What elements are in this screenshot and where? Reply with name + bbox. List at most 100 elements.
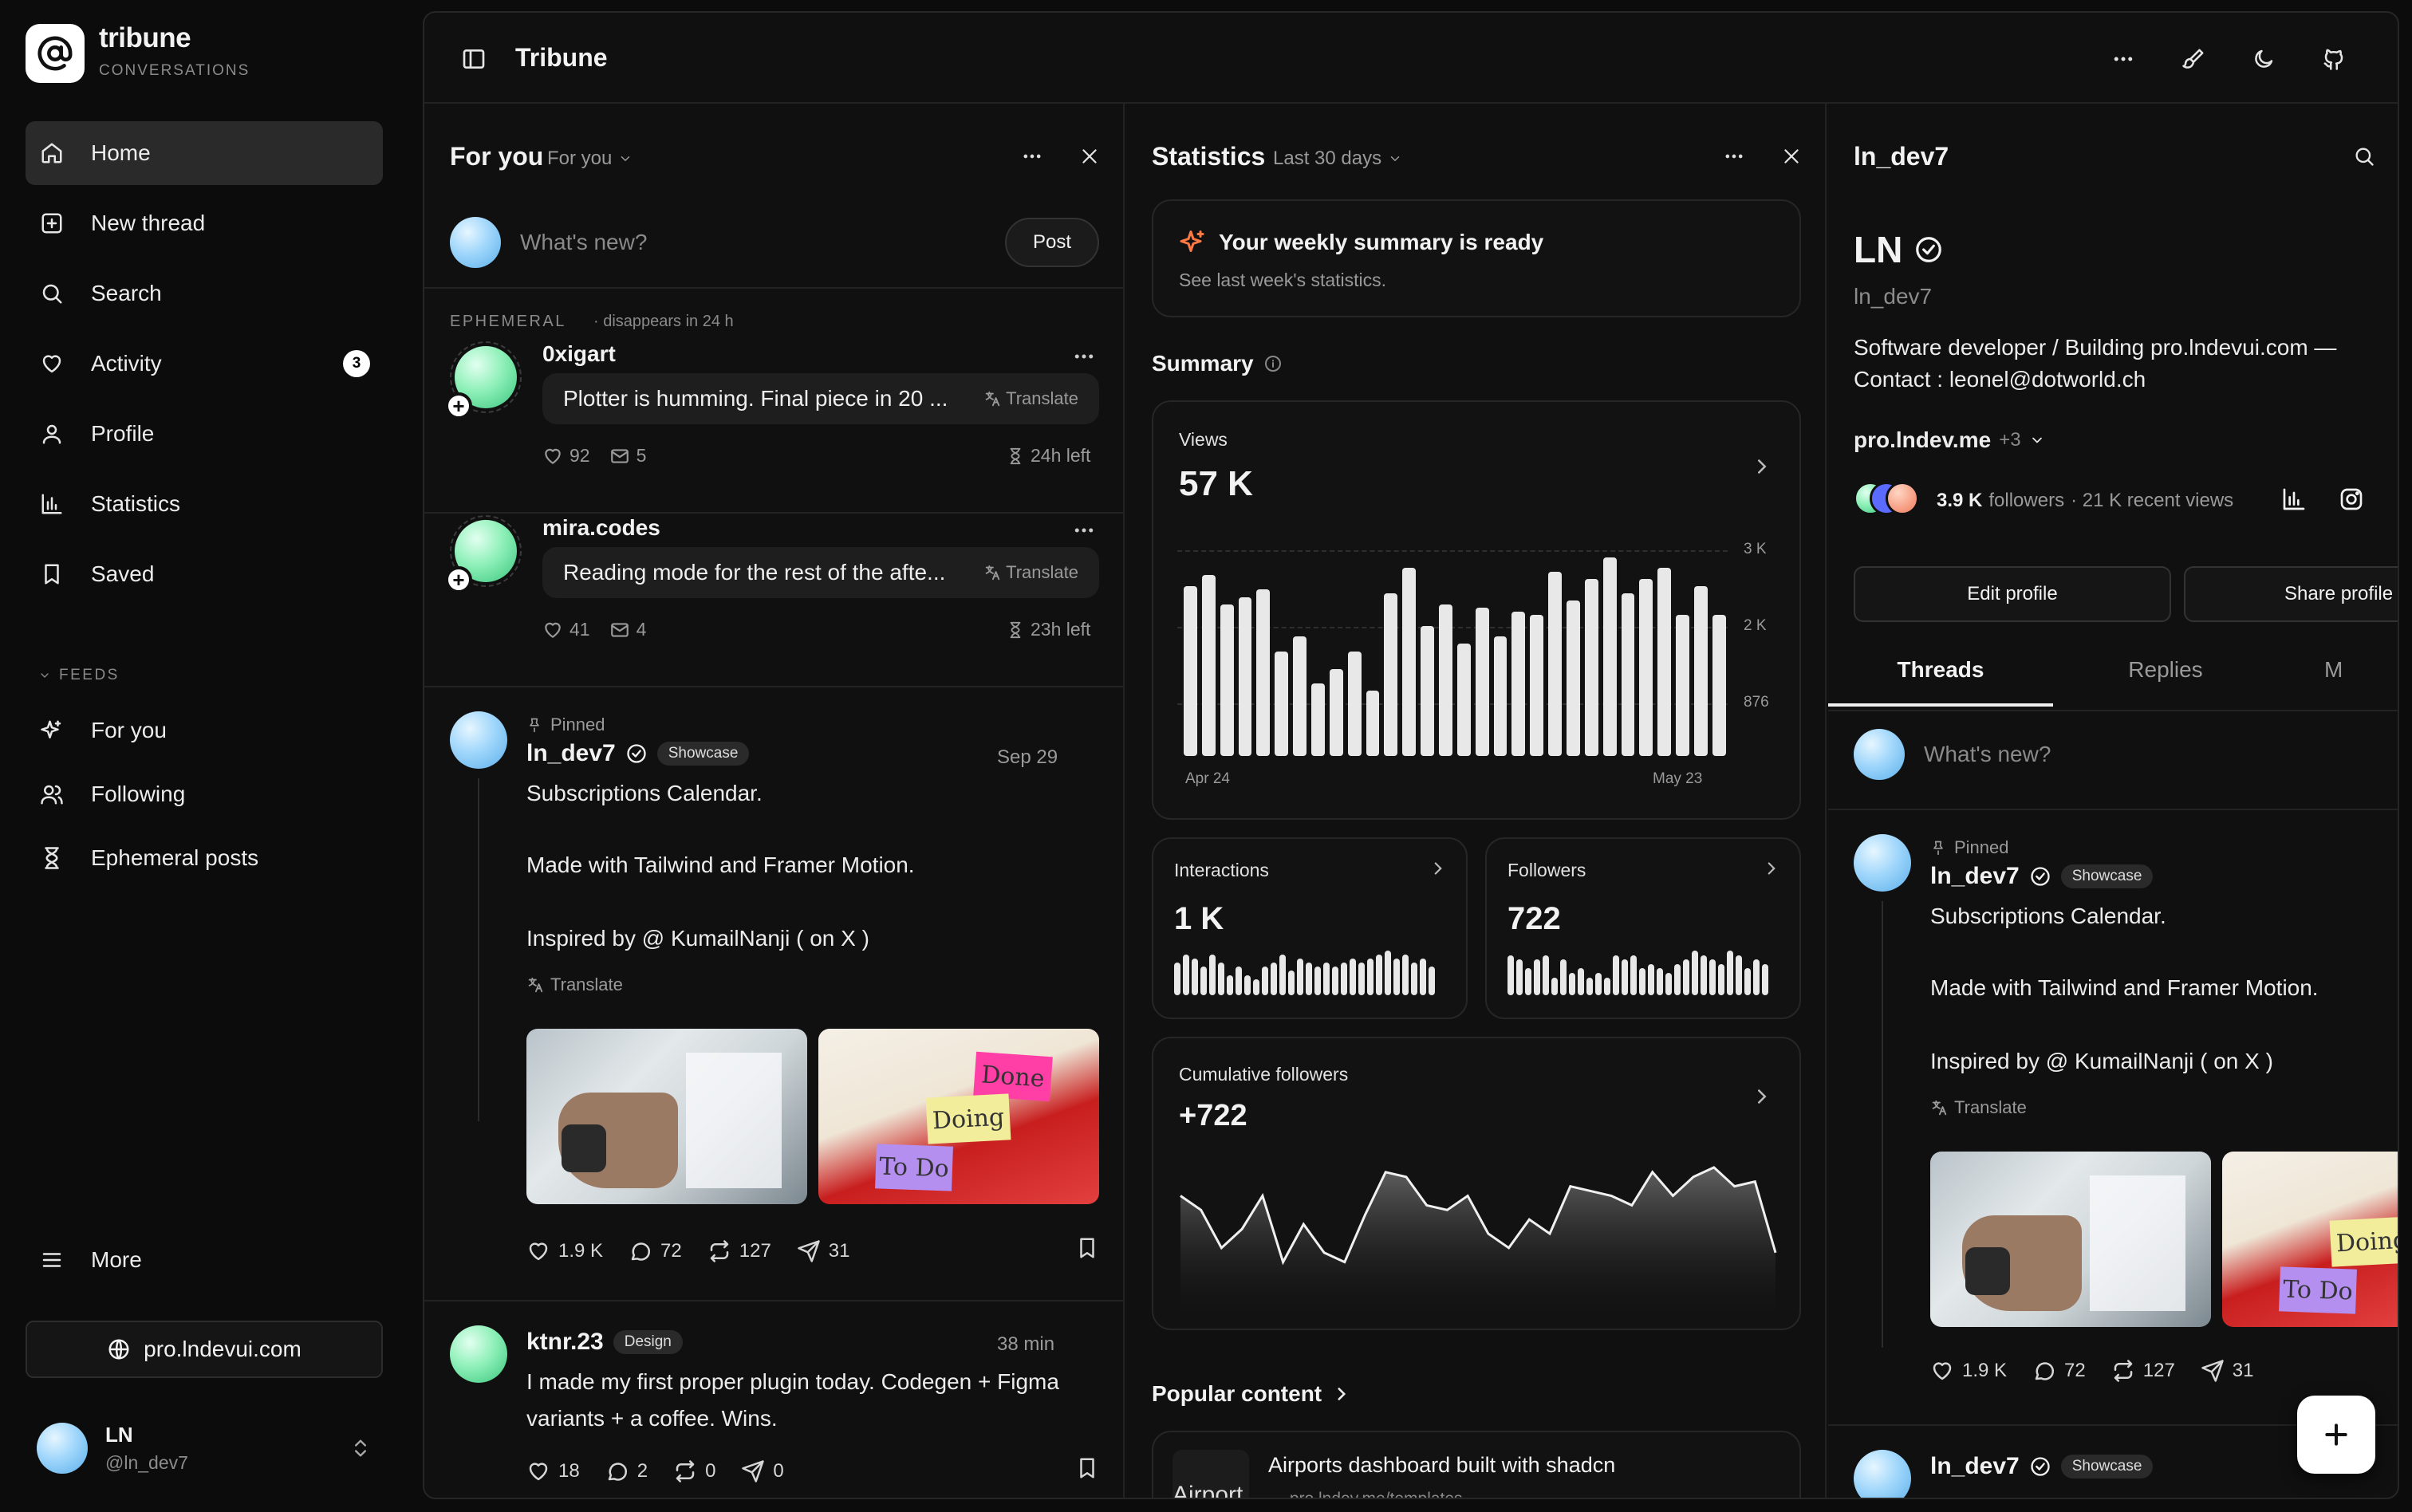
follower-avatars [1854, 482, 1933, 517]
followers-card[interactable]: Followers 722 [1485, 837, 1801, 1019]
like-button[interactable]: 18 [526, 1459, 580, 1483]
bar-chart-icon[interactable] [2281, 486, 2307, 512]
views-card[interactable]: Views 57 K 3 K 2 K 876 Apr 24 May 23 [1152, 400, 1801, 820]
info-icon[interactable] [1263, 354, 1283, 373]
ephemeral-post[interactable]: + mira.codes Reading mode for the rest o… [424, 515, 1123, 691]
site-link-button[interactable]: pro.lndevui.com [26, 1321, 383, 1378]
repost-button[interactable]: 127 [707, 1239, 771, 1263]
post-author[interactable]: ktnr.23 [526, 1329, 604, 1356]
views-label: Views [1179, 429, 1228, 450]
post-image-calendar[interactable] [526, 1029, 807, 1204]
post-author[interactable]: 0xigart [542, 341, 616, 367]
comment-button[interactable]: 72 [2032, 1359, 2086, 1383]
more-horizontal-icon[interactable] [1072, 345, 1096, 372]
range-dropdown[interactable]: Last 30 days [1273, 148, 1402, 170]
account-switcher[interactable]: LN @ln_dev7 [26, 1412, 383, 1485]
chart-bar [1297, 959, 1303, 995]
new-thread-fab[interactable] [2297, 1396, 2375, 1474]
translate-button[interactable]: Translate [526, 975, 623, 995]
followers-summary[interactable]: 3.9 K followers · 21 K recent views [1937, 490, 2233, 512]
more-horizontal-icon[interactable] [1016, 140, 1048, 172]
nav-item-new-thread[interactable]: New thread [26, 191, 383, 255]
more-horizontal-icon[interactable] [2106, 41, 2141, 77]
repost-button[interactable]: 127 [2111, 1359, 2175, 1383]
heart-icon[interactable] [542, 446, 563, 467]
profile-compose-box[interactable]: What's new? [1854, 729, 2364, 780]
translate-button[interactable]: Translate [983, 388, 1078, 409]
nav-item-home[interactable]: Home [26, 121, 383, 185]
search-icon[interactable] [2348, 140, 2380, 172]
post-line: variants + a coffee. Wins. [526, 1406, 778, 1431]
feeds-section-toggle[interactable]: FEEDS [38, 667, 120, 684]
nav-item-activity[interactable]: Activity 3 [26, 332, 383, 396]
profile-contact: Contact : leonel@dotworld.ch [1854, 367, 2146, 392]
compose-placeholder[interactable]: What's new? [520, 230, 1005, 255]
translate-button[interactable]: Translate [983, 562, 1078, 583]
mail-icon[interactable] [609, 620, 630, 640]
interactions-card[interactable]: Interactions 1 K [1152, 837, 1468, 1019]
post-author[interactable]: ln_dev7 [1930, 1453, 2020, 1480]
popular-content-link[interactable]: Popular content [1152, 1381, 1352, 1407]
profile-name: LN [1854, 229, 1903, 270]
add-story-icon[interactable]: + [445, 566, 472, 593]
comment-button[interactable]: 2 [605, 1459, 648, 1483]
moon-icon[interactable] [2246, 41, 2281, 77]
comment-button[interactable]: 72 [629, 1239, 682, 1263]
compose-placeholder[interactable]: What's new? [1924, 742, 2364, 767]
post-button[interactable]: Post [1005, 218, 1099, 267]
profile-pinned-post[interactable]: Pinned ln_dev7 Showcase Subscriptions Ca… [1828, 810, 2398, 1400]
bookmark-icon[interactable] [1075, 1456, 1099, 1486]
tab-replies[interactable]: Replies [2053, 657, 2278, 683]
bookmark-icon[interactable] [1075, 1236, 1099, 1266]
more-horizontal-icon[interactable] [1718, 140, 1750, 172]
like-button[interactable]: 1.9 K [526, 1239, 603, 1263]
post-author[interactable]: ln_dev7 [526, 740, 616, 767]
share-button[interactable]: 0 [741, 1459, 784, 1483]
translate-button[interactable]: Translate [1930, 1097, 2027, 1118]
share-button[interactable]: 31 [797, 1239, 850, 1263]
heart-icon[interactable] [542, 620, 563, 640]
more-horizontal-icon[interactable] [1072, 518, 1096, 546]
pinned-label: Pinned [1954, 837, 2009, 857]
nav-item-saved[interactable]: Saved [26, 542, 383, 606]
feed-dropdown[interactable]: For you [547, 148, 633, 170]
paintbrush-icon[interactable] [2176, 41, 2211, 77]
cumulative-card[interactable]: Cumulative followers +722 [1152, 1037, 1801, 1330]
at-logo-icon[interactable] [26, 24, 85, 83]
sidebar-toggle-icon[interactable] [456, 41, 491, 77]
post-author[interactable]: ln_dev7 [1930, 863, 2020, 890]
weekly-summary-banner[interactable]: Your weekly summary is ready See last we… [1152, 199, 1801, 317]
feed-item-for-you[interactable]: For you [26, 699, 383, 762]
post-image-notes[interactable]: Done Doing To Do [818, 1029, 1099, 1204]
github-icon[interactable] [2316, 41, 2351, 77]
feed-item-following[interactable]: Following [26, 762, 383, 826]
share-profile-button[interactable]: Share profile [2184, 566, 2398, 622]
pinned-post[interactable]: Pinned ln_dev7 Showcase Sep 29 Subscript… [424, 687, 1123, 1370]
feed-post[interactable]: ktnr.23 Design 38 min I made my first pr… [424, 1301, 1123, 1498]
add-story-icon[interactable]: + [445, 392, 472, 419]
feed-item-ephemeral[interactable]: Ephemeral posts [26, 826, 383, 890]
more-button[interactable]: More [26, 1228, 383, 1292]
instagram-icon[interactable] [2339, 486, 2364, 512]
edit-profile-button[interactable]: Edit profile [1854, 566, 2171, 622]
ephemeral-post[interactable]: + 0xigart Plotter is humming. Final piec… [424, 341, 1123, 517]
compose-box[interactable]: What's new? Post [450, 217, 1099, 268]
profile-links-dropdown[interactable]: pro.lndev.me +3 [1854, 427, 2045, 453]
nav-item-statistics[interactable]: Statistics [26, 472, 383, 536]
tab-threads[interactable]: Threads [1828, 657, 2053, 707]
nav-item-profile[interactable]: Profile [26, 402, 383, 466]
popular-item[interactable]: Airport Airports dashboard built with sh… [1152, 1431, 1801, 1498]
mail-icon[interactable] [609, 446, 630, 467]
repost-button[interactable]: 0 [673, 1459, 715, 1483]
close-icon[interactable] [1776, 140, 1807, 172]
post-image-calendar[interactable] [1930, 1152, 2211, 1327]
share-button[interactable]: 31 [2201, 1359, 2254, 1383]
post-author[interactable]: mira.codes [542, 515, 660, 541]
like-button[interactable]: 1.9 K [1930, 1359, 2007, 1383]
close-icon[interactable] [1074, 140, 1106, 172]
ephemeral-meta: 92 5 [542, 445, 646, 467]
post-image-notes[interactable]: Doing To Do [2222, 1152, 2398, 1327]
divider [424, 287, 1123, 289]
tab-media[interactable]: M [2324, 657, 2343, 683]
nav-item-search[interactable]: Search [26, 262, 383, 325]
